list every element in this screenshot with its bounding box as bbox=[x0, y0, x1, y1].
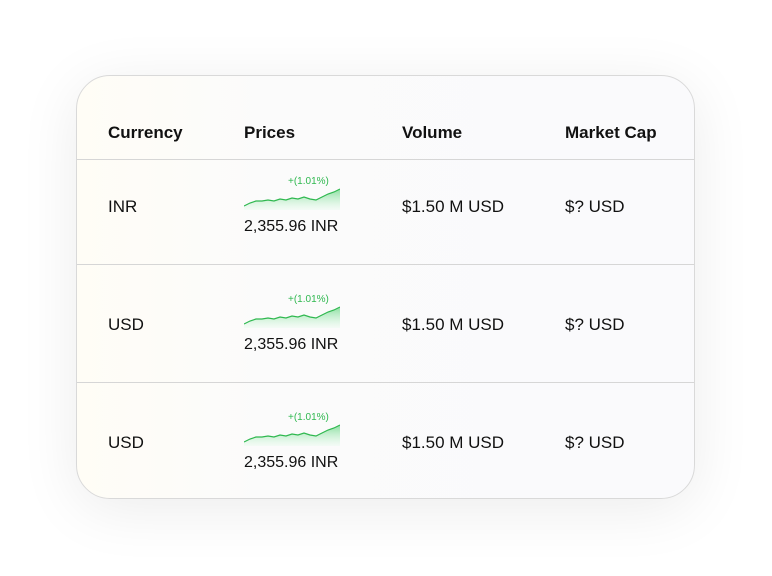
header-currency: Currency bbox=[108, 123, 183, 142]
sparkline-chart-icon bbox=[244, 424, 340, 446]
price-value: 2,355.96 INR bbox=[244, 218, 339, 235]
market-cap-cell: $? USD bbox=[565, 433, 625, 452]
table-row[interactable]: INR +(1.01%) 2,355.96 INR $1.50 M USD $?… bbox=[77, 160, 694, 265]
table-row[interactable]: USD +(1.01%) 2,355.96 INR $1.50 M USD $?… bbox=[77, 265, 694, 383]
market-cap-cell: $? USD bbox=[565, 197, 625, 216]
volume-cell: $1.50 M USD bbox=[402, 315, 505, 334]
market-cap-cell: $? USD bbox=[565, 315, 625, 334]
volume-cell: $1.50 M USD bbox=[402, 197, 505, 216]
header-volume: Volume bbox=[402, 123, 463, 142]
market-table-card: Currency Prices Volume Market Cap INR +(… bbox=[76, 75, 695, 499]
header-market-cap: Market Cap bbox=[565, 123, 657, 142]
price-value: 2,355.96 INR bbox=[244, 454, 339, 471]
sparkline-chart-icon bbox=[244, 306, 340, 328]
currency-cell: USD bbox=[108, 433, 144, 452]
currency-cell: USD bbox=[108, 315, 144, 334]
table-header: Currency Prices Volume Market Cap bbox=[77, 76, 694, 160]
price-value: 2,355.96 INR bbox=[244, 336, 339, 353]
currency-cell: INR bbox=[108, 197, 138, 216]
sparkline-chart-icon bbox=[244, 188, 340, 210]
header-prices: Prices bbox=[244, 123, 296, 142]
volume-cell: $1.50 M USD bbox=[402, 433, 505, 452]
table-row[interactable]: USD +(1.01%) 2,355.96 INR $1.50 M USD $?… bbox=[77, 383, 694, 498]
